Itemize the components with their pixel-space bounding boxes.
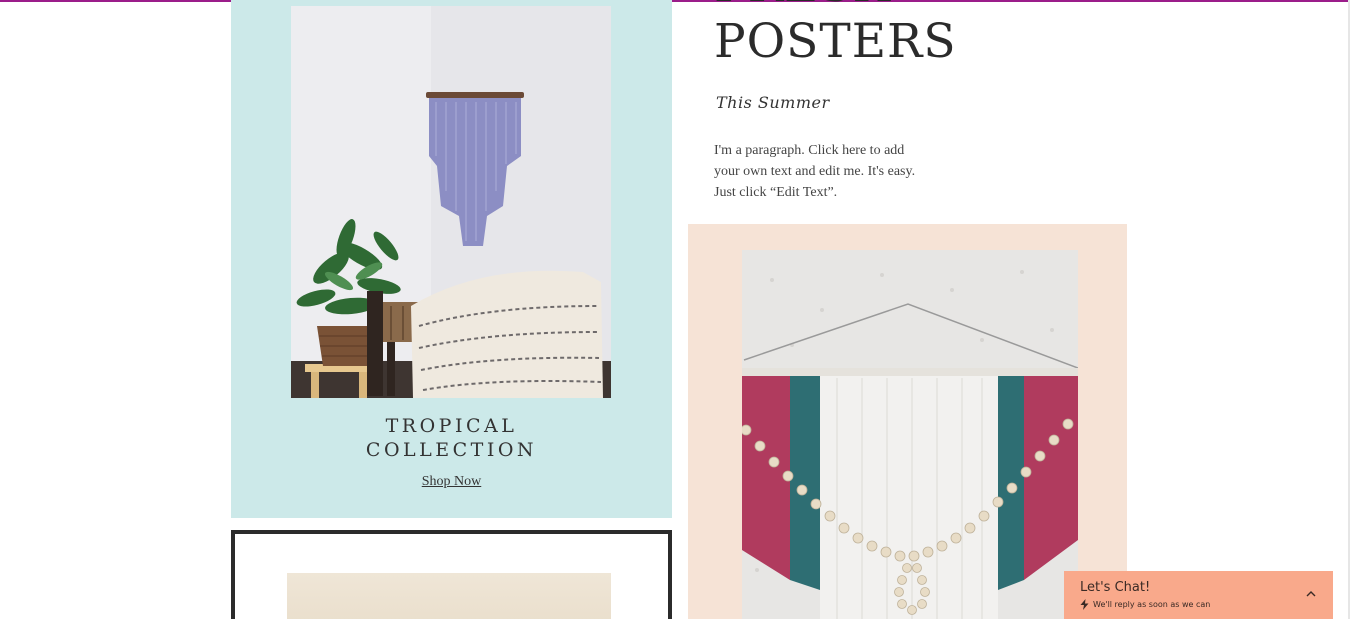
bolt-icon: [1080, 599, 1089, 610]
chat-subtitle: We'll reply as soon as we can: [1093, 600, 1211, 609]
page: TROPICAL COLLECTION Shop Now FRESH POSTE…: [0, 0, 1350, 619]
macrame-bench-illustration: [291, 6, 611, 398]
intro-paragraph: I'm a paragraph. Click here to add your …: [714, 143, 916, 200]
macrame-beads-illustration: [742, 250, 1078, 619]
page-headline: FRESH POSTERS: [714, 0, 957, 69]
chat-title: Let's Chat!: [1080, 580, 1151, 595]
bordered-card-image[interactable]: [287, 573, 611, 619]
chat-widget[interactable]: Let's Chat! We'll reply as soon as we ca…: [1064, 571, 1333, 619]
macrame-hanging-image[interactable]: [742, 250, 1078, 619]
peach-collection-card: [688, 224, 1127, 619]
shop-now-link[interactable]: Shop Now: [231, 474, 672, 490]
headline-subtitle: This Summer: [716, 93, 830, 112]
collection-title: TROPICAL COLLECTION: [365, 415, 538, 461]
chevron-up-icon[interactable]: [1305, 588, 1317, 600]
chat-subtitle-row: We'll reply as soon as we can: [1080, 599, 1210, 610]
bordered-collection-card: [231, 530, 672, 619]
tropical-collection-image[interactable]: [291, 6, 611, 398]
tropical-collection-card: TROPICAL COLLECTION Shop Now: [231, 0, 672, 518]
top-accent-bar: [0, 0, 1350, 2]
